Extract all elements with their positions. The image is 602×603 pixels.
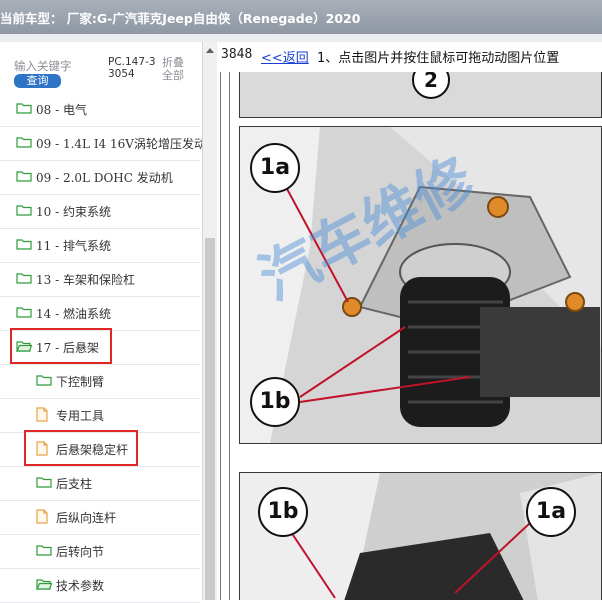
tree-item[interactable]: 后转向节 — [0, 534, 200, 569]
folder-icon — [16, 273, 32, 284]
content-header: 3848 <<返回 1、点击图片并按住鼠标可拖动动图片位置 — [217, 42, 602, 73]
callout-1a-lower: 1a — [526, 487, 576, 537]
folder-icon — [16, 205, 32, 216]
tree-item-label: 09 - 2.0L DOHC 发动机 — [36, 171, 173, 185]
folder-icon — [16, 137, 32, 148]
callout-1b: 1b — [250, 377, 300, 427]
pc-code: PC.147-33054 — [108, 56, 156, 80]
callout-1b-lower: 1b — [258, 487, 308, 537]
tree-item-label: 下控制臂 — [56, 375, 105, 389]
tree-item[interactable]: 后纵向连杆 — [0, 500, 200, 535]
tree-item[interactable]: 08 - 电气 — [0, 92, 200, 127]
document-icon — [36, 509, 48, 524]
folder-icon — [16, 239, 32, 250]
back-link[interactable]: <<返回 — [261, 47, 309, 66]
fold-all-button[interactable]: 折叠全部 — [162, 56, 194, 82]
folder-icon — [36, 375, 52, 386]
folder-icon — [36, 545, 52, 556]
divider — [229, 72, 230, 600]
tree-item[interactable]: 技术参数 — [0, 568, 200, 603]
tree-item[interactable]: 下控制臂 — [0, 364, 200, 399]
window-title: 当前车型： 厂家:G-广汽菲克Jeep自由侠（Renegade）2020 — [0, 11, 361, 26]
tree-item[interactable]: 09 - 2.0L DOHC 发动机 — [0, 160, 200, 195]
title-bar: 当前车型： 厂家:G-广汽菲克Jeep自由侠（Renegade）2020 — [0, 0, 602, 34]
tree-item-label: 13 - 车架和保险杠 — [36, 273, 135, 287]
query-button[interactable]: 查询 — [14, 74, 61, 88]
search-input[interactable]: 输入关键字 — [14, 58, 72, 74]
tree-item[interactable]: 专用工具 — [0, 398, 200, 433]
tree-item-label: 专用工具 — [56, 409, 105, 423]
tree-item-label: 技术参数 — [56, 579, 105, 593]
diagram-panel-top[interactable]: 2 — [239, 72, 602, 118]
scroll-thumb[interactable] — [205, 238, 215, 600]
scroll-up-icon[interactable] — [206, 48, 214, 53]
document-icon — [36, 407, 48, 422]
highlight-box — [10, 328, 112, 364]
tree-item[interactable]: 11 - 排气系统 — [0, 228, 200, 263]
tree-item[interactable]: 10 - 约束系统 — [0, 194, 200, 229]
callout-1a: 1a — [250, 143, 300, 193]
tree-item-label: 后支柱 — [56, 477, 93, 491]
tree-item[interactable]: 17 - 后悬架 — [0, 328, 200, 365]
tree-item[interactable]: 14 - 燃油系统 — [0, 296, 200, 331]
folder-icon — [16, 171, 32, 182]
folder-open-icon — [36, 579, 52, 590]
tree-item-label: 08 - 电气 — [36, 103, 87, 117]
tree-item-label: 09 - 1.4L I4 16V涡轮增压发动 — [36, 137, 206, 151]
divider — [220, 72, 221, 600]
sidebar-scrollbar[interactable] — [202, 42, 218, 600]
tree-item-label: 11 - 排气系统 — [36, 239, 111, 253]
tree-item-label: 后纵向连杆 — [56, 511, 117, 525]
doc-id: 3848 — [221, 47, 253, 62]
tree-item-label: 后转向节 — [56, 545, 105, 559]
instruction-text: 1、点击图片并按住鼠标可拖动动图片位置 — [317, 51, 560, 66]
folder-icon — [16, 103, 32, 114]
tree-item[interactable]: 后支柱 — [0, 466, 200, 501]
tree-item-label: 14 - 燃油系统 — [36, 307, 111, 321]
highlight-box — [24, 430, 138, 466]
folder-icon — [16, 307, 32, 318]
tree-item[interactable]: 后悬架稳定杆 — [0, 430, 200, 467]
folder-icon — [36, 477, 52, 488]
tree-item-label: 10 - 约束系统 — [36, 205, 111, 219]
diagram-panel-lower[interactable]: 1b 1a — [239, 472, 602, 600]
tree-item[interactable]: 09 - 1.4L I4 16V涡轮增压发动 — [0, 126, 206, 161]
diagram-area[interactable]: 2 1a 1b 1b 1a 汽车维修 — [217, 72, 602, 600]
tree-item[interactable]: 13 - 车架和保险杠 — [0, 262, 200, 297]
callout-2: 2 — [412, 72, 450, 99]
